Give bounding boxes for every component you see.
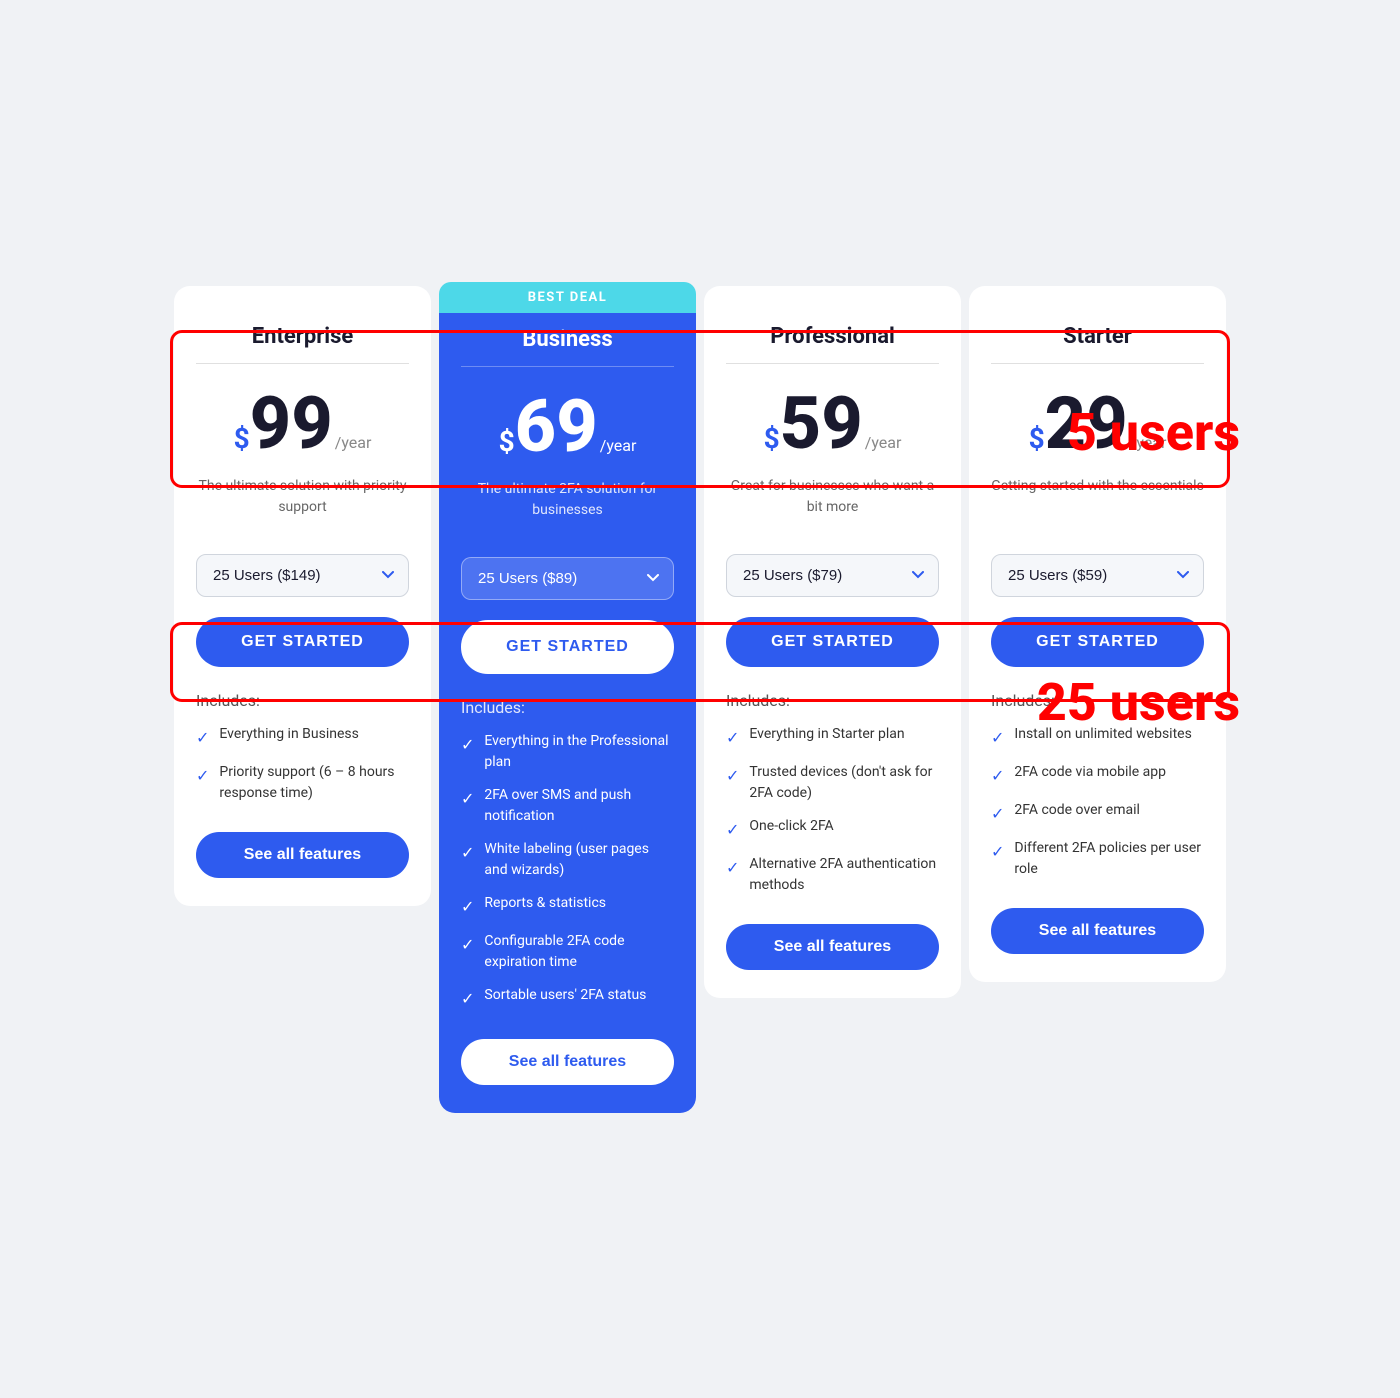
check-icon: ✓ xyxy=(726,856,739,880)
pricing-grid: 5 users 25 users Enterprise $ 99 /year T… xyxy=(170,282,1230,1117)
get-started-button-starter[interactable]: GET STARTED xyxy=(991,617,1204,667)
price-dollar-starter: $ xyxy=(1029,422,1045,455)
see-all-button-starter[interactable]: See all features xyxy=(991,908,1204,954)
feature-text: Everything in the Professional plan xyxy=(484,731,674,773)
check-icon: ✓ xyxy=(726,818,739,842)
check-icon: ✓ xyxy=(461,733,474,757)
feature-item: ✓ Everything in Business xyxy=(196,724,409,750)
get-started-button-professional[interactable]: GET STARTED xyxy=(726,617,939,667)
get-started-button-business[interactable]: GET STARTED xyxy=(461,620,674,674)
feature-text: Alternative 2FA authentication methods xyxy=(749,854,939,896)
plan-name-professional: Professional xyxy=(726,324,939,364)
feature-list-business: ✓ Everything in the Professional plan ✓ … xyxy=(461,731,674,1011)
see-all-button-professional[interactable]: See all features xyxy=(726,924,939,970)
feature-text: Priority support (6 – 8 hours response t… xyxy=(219,762,409,804)
price-dollar-business: $ xyxy=(499,425,515,458)
includes-label-enterprise: Includes: xyxy=(196,691,409,710)
price-period-business: /year xyxy=(600,436,637,455)
feature-list-enterprise: ✓ Everything in Business ✓ Priority supp… xyxy=(196,724,409,804)
feature-text: White labeling (user pages and wizards) xyxy=(484,839,674,881)
price-amount-starter: 29 xyxy=(1045,388,1128,460)
feature-item: ✓ Everything in the Professional plan xyxy=(461,731,674,773)
feature-text: 2FA code via mobile app xyxy=(1014,762,1166,783)
plan-card-starter: Starter $ 29 /year Getting started with … xyxy=(969,286,1226,982)
feature-list-professional: ✓ Everything in Starter plan ✓ Trusted d… xyxy=(726,724,939,896)
check-icon: ✓ xyxy=(991,840,1004,864)
check-icon: ✓ xyxy=(461,787,474,811)
check-icon: ✓ xyxy=(991,726,1004,750)
feature-text: Everything in Business xyxy=(219,724,358,745)
check-icon: ✓ xyxy=(461,933,474,957)
price-row-starter: $ 29 /year xyxy=(991,388,1204,460)
feature-text: Reports & statistics xyxy=(484,893,606,914)
feature-text: Different 2FA policies per user role xyxy=(1014,838,1204,880)
price-dollar-enterprise: $ xyxy=(234,422,250,455)
price-amount-enterprise: 99 xyxy=(250,388,333,460)
feature-item: ✓ White labeling (user pages and wizards… xyxy=(461,839,674,881)
check-icon: ✓ xyxy=(461,895,474,919)
get-started-button-enterprise[interactable]: GET STARTED xyxy=(196,617,409,667)
price-row-professional: $ 59 /year xyxy=(726,388,939,460)
feature-item: ✓ 2FA code over email xyxy=(991,800,1204,826)
check-icon: ✓ xyxy=(991,764,1004,788)
feature-item: ✓ Different 2FA policies per user role xyxy=(991,838,1204,880)
feature-item: ✓ Reports & statistics xyxy=(461,893,674,919)
price-period-enterprise: /year xyxy=(335,433,372,452)
plan-card-business: BEST DEAL Business $ 69 /year The ultimat… xyxy=(439,282,696,1113)
plan-card-enterprise: Enterprise $ 99 /year The ultimate solut… xyxy=(174,286,431,906)
plan-name-enterprise: Enterprise xyxy=(196,324,409,364)
includes-label-starter: Includes: xyxy=(991,691,1204,710)
feature-item: ✓ 2FA over SMS and push notification xyxy=(461,785,674,827)
feature-item: ✓ 2FA code via mobile app xyxy=(991,762,1204,788)
feature-list-starter: ✓ Install on unlimited websites ✓ 2FA co… xyxy=(991,724,1204,880)
includes-label-business: Includes: xyxy=(461,698,674,717)
feature-text: Configurable 2FA code expiration time xyxy=(484,931,674,973)
price-row-business: $ 69 /year xyxy=(461,391,674,463)
includes-label-professional: Includes: xyxy=(726,691,939,710)
feature-text: 2FA code over email xyxy=(1014,800,1140,821)
see-all-button-enterprise[interactable]: See all features xyxy=(196,832,409,878)
best-deal-badge: BEST DEAL xyxy=(439,282,696,313)
price-amount-professional: 59 xyxy=(780,388,863,460)
feature-item: ✓ Alternative 2FA authentication methods xyxy=(726,854,939,896)
check-icon: ✓ xyxy=(196,764,209,788)
plan-description-business: The ultimate 2FA solution for businesses xyxy=(461,479,674,539)
feature-item: ✓ One-click 2FA xyxy=(726,816,939,842)
check-icon: ✓ xyxy=(461,987,474,1011)
check-icon: ✓ xyxy=(196,726,209,750)
plan-description-professional: Great for businesses who want a bit more xyxy=(726,476,939,536)
check-icon: ✓ xyxy=(726,764,739,788)
plan-card-professional: Professional $ 59 /year Great for busine… xyxy=(704,286,961,998)
pricing-wrapper: 5 users 25 users Enterprise $ 99 /year T… xyxy=(150,252,1250,1147)
user-select-professional[interactable]: 5 Users ($59)10 Users ($69)25 Users ($79… xyxy=(726,554,939,597)
feature-item: ✓ Configurable 2FA code expiration time xyxy=(461,931,674,973)
plan-name-business: Business xyxy=(461,327,674,367)
plan-description-starter: Getting started with the essentials xyxy=(991,476,1204,536)
feature-item: ✓ Everything in Starter plan xyxy=(726,724,939,750)
check-icon: ✓ xyxy=(991,802,1004,826)
price-period-professional: /year xyxy=(865,433,902,452)
feature-item: ✓ Trusted devices (don't ask for 2FA cod… xyxy=(726,762,939,804)
check-icon: ✓ xyxy=(726,726,739,750)
feature-item: ✓ Sortable users' 2FA status xyxy=(461,985,674,1011)
price-amount-business: 69 xyxy=(515,391,598,463)
feature-text: Everything in Starter plan xyxy=(749,724,904,745)
see-all-button-business[interactable]: See all features xyxy=(461,1039,674,1085)
price-dollar-professional: $ xyxy=(764,422,780,455)
plan-description-enterprise: The ultimate solution with priority supp… xyxy=(196,476,409,536)
price-row-enterprise: $ 99 /year xyxy=(196,388,409,460)
check-icon: ✓ xyxy=(461,841,474,865)
feature-text: Trusted devices (don't ask for 2FA code) xyxy=(749,762,939,804)
user-select-business[interactable]: 5 Users ($69)10 Users ($79)25 Users ($89… xyxy=(461,557,674,600)
feature-text: 2FA over SMS and push notification xyxy=(484,785,674,827)
user-select-enterprise[interactable]: 5 Users ($99)10 Users ($119)25 Users ($1… xyxy=(196,554,409,597)
feature-item: ✓ Install on unlimited websites xyxy=(991,724,1204,750)
feature-text: One-click 2FA xyxy=(749,816,833,837)
plan-name-starter: Starter xyxy=(991,324,1204,364)
user-select-starter[interactable]: 5 Users ($29)10 Users ($39)25 Users ($59… xyxy=(991,554,1204,597)
feature-item: ✓ Priority support (6 – 8 hours response… xyxy=(196,762,409,804)
feature-text: Sortable users' 2FA status xyxy=(484,985,646,1006)
price-period-starter: /year xyxy=(1130,433,1167,452)
feature-text: Install on unlimited websites xyxy=(1014,724,1191,745)
